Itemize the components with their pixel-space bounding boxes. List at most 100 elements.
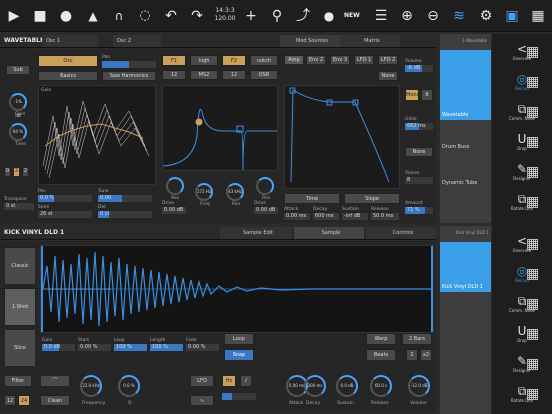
tab-sample[interactable]: Sample bbox=[294, 227, 364, 239]
grid-icon-l[interactable]: ▦ bbox=[526, 386, 539, 402]
undo-icon[interactable]: ↶ bbox=[162, 7, 180, 25]
metronome-icon[interactable]: ▲ bbox=[84, 7, 102, 25]
grid-icon-k[interactable]: ▦ bbox=[526, 356, 539, 372]
filter-display[interactable] bbox=[162, 85, 278, 171]
filter2-button[interactable]: F2 bbox=[222, 55, 246, 66]
env-tab-env2[interactable]: Env 2 bbox=[306, 55, 326, 65]
snap-button[interactable]: Snap bbox=[224, 349, 254, 361]
play-icon[interactable]: ▶ bbox=[5, 7, 23, 25]
tab-sample-edit[interactable]: Sample Edit bbox=[220, 227, 292, 239]
voices-field[interactable]: 8 bbox=[405, 177, 433, 184]
decay-field[interactable]: 600 ms bbox=[313, 213, 339, 220]
volume-knob[interactable]: -12.0 dB bbox=[408, 375, 430, 397]
grid-icon-c[interactable]: ▦ bbox=[526, 104, 539, 120]
start-marker[interactable] bbox=[41, 246, 43, 332]
gear-icon[interactable]: ⚙ bbox=[477, 7, 495, 25]
sustain-field[interactable]: -inf dB bbox=[342, 213, 368, 220]
mode-slice[interactable]: Slice bbox=[4, 329, 36, 367]
filter-toggle[interactable]: Filter bbox=[4, 375, 32, 387]
mode-1-shot[interactable]: 1-Shot bbox=[4, 288, 36, 326]
lfo-shape-select[interactable]: ∿ bbox=[190, 395, 214, 406]
decay-knob[interactable]: 300 ms bbox=[304, 375, 326, 397]
tab-mod-sources[interactable]: Mod Sources bbox=[280, 35, 340, 47]
zoom-in-icon[interactable]: ⊕ bbox=[398, 7, 416, 25]
drive2-field[interactable]: 0.00 dB bbox=[254, 207, 278, 214]
time-display[interactable]: 14:3:3 120.00 bbox=[210, 7, 240, 23]
div2-button[interactable]: 2 bbox=[406, 349, 418, 361]
none-select[interactable]: None bbox=[405, 147, 433, 157]
sustain-knob[interactable]: 0.0 dB bbox=[336, 375, 358, 397]
det-field[interactable]: 0 ct bbox=[98, 211, 152, 218]
lfo-rate-field[interactable] bbox=[222, 393, 256, 400]
attack-field[interactable]: 0.00 ms bbox=[284, 213, 310, 220]
pan-slider[interactable] bbox=[102, 61, 156, 68]
transpose-field[interactable]: 0 st bbox=[4, 203, 34, 210]
loop-icon[interactable]: ◌ bbox=[136, 7, 154, 25]
rack-item-drum-buss[interactable]: Drum Buss bbox=[440, 144, 491, 154]
filter2-type[interactable]: notch bbox=[250, 55, 278, 66]
grid-icon-j[interactable]: ▦ bbox=[526, 326, 539, 342]
wifi-icon[interactable]: ≋ bbox=[450, 7, 468, 25]
grid-icon-f[interactable]: ▦ bbox=[526, 194, 539, 210]
mode-classic[interactable]: Classic bbox=[4, 247, 36, 285]
release-knob[interactable]: 60.0 s bbox=[370, 375, 392, 397]
res-knob-2[interactable]: 43 kHz bbox=[226, 183, 244, 201]
slope-button[interactable]: Slope bbox=[344, 193, 400, 204]
zoom-out-icon[interactable]: ⊖ bbox=[424, 7, 442, 25]
time-knob[interactable]: 60 % bbox=[9, 123, 27, 141]
beats-select[interactable]: Beats bbox=[366, 349, 396, 361]
grid-icon-a[interactable]: ▦ bbox=[526, 44, 539, 60]
new-button[interactable]: NEW bbox=[344, 12, 360, 19]
slope-12-button[interactable]: 12 bbox=[4, 395, 16, 406]
voice-btn-2[interactable]: 2 bbox=[13, 167, 20, 177]
bars-button[interactable]: 2 Bars bbox=[402, 333, 432, 345]
headphones-icon[interactable]: ∩ bbox=[110, 7, 128, 25]
grid-icon[interactable]: ▦ bbox=[529, 7, 547, 25]
x2-button[interactable]: x2 bbox=[420, 349, 432, 361]
env-none-select[interactable]: None bbox=[378, 71, 398, 81]
env-tab-lfo1[interactable]: LFO 1 bbox=[354, 55, 374, 65]
settings-dot-icon[interactable]: ● bbox=[320, 7, 338, 25]
tab-osc-2[interactable]: Osc 2 bbox=[113, 35, 161, 47]
env-tab-env3[interactable]: Env 3 bbox=[330, 55, 350, 65]
gain-knob[interactable]: -1% dB bbox=[9, 93, 27, 118]
grid-icon-b[interactable]: ▦ bbox=[526, 74, 539, 90]
loop-button[interactable]: Loop bbox=[224, 333, 254, 345]
rack-item-wavetable[interactable]: Wavetable bbox=[440, 50, 491, 120]
sync-note-button[interactable]: ♪ bbox=[240, 375, 252, 387]
res-knob-1[interactable] bbox=[166, 177, 184, 195]
grid-icon-h[interactable]: ▦ bbox=[526, 266, 539, 282]
frequency-knob[interactable]: 22.0 kHz bbox=[80, 375, 102, 397]
freq-knob[interactable]: 172 Hz bbox=[195, 183, 213, 201]
tab-controls[interactable]: Controls bbox=[366, 227, 436, 239]
voice-btn-3[interactable]: 2 bbox=[22, 167, 29, 177]
add-icon[interactable]: + bbox=[242, 7, 260, 25]
pen-icon[interactable]: ⚲ bbox=[268, 7, 286, 25]
env-tab-lfo2[interactable]: LFO 2 bbox=[378, 55, 398, 65]
tab-matrix[interactable]: Matrix bbox=[340, 35, 400, 47]
glide-field[interactable]: 662 ms bbox=[405, 123, 433, 130]
link-icon[interactable]: ⤴ bbox=[294, 7, 312, 25]
loop-param[interactable]: 100 % bbox=[114, 344, 147, 351]
env-tab-amp[interactable]: Amp bbox=[284, 55, 304, 65]
stop-icon[interactable]: ■ bbox=[31, 7, 49, 25]
basics-button[interactable]: Basics bbox=[38, 71, 98, 81]
f2-circuit[interactable]: OSR bbox=[250, 70, 278, 80]
lfo-toggle[interactable]: LFO bbox=[190, 375, 214, 387]
warp-button[interactable]: Warp bbox=[366, 333, 396, 345]
clean-select[interactable]: Clean bbox=[40, 395, 70, 406]
fade-param[interactable]: 0.00 % bbox=[186, 344, 219, 351]
filter-shape-select[interactable]: ⌒ bbox=[40, 375, 70, 387]
saw-harmonics-button[interactable]: Saw Harmonics bbox=[102, 71, 156, 81]
filter1-type[interactable]: high bbox=[190, 55, 218, 66]
grid-icon-e[interactable]: ▦ bbox=[526, 164, 539, 180]
mono-voices[interactable]: 8 bbox=[421, 89, 433, 101]
sub-button[interactable]: Sub bbox=[6, 65, 30, 75]
drive1-field[interactable]: 0.00 dB bbox=[162, 207, 186, 214]
pos-field[interactable]: 0.0 % bbox=[38, 195, 92, 202]
amount-field[interactable]: 71 % bbox=[405, 207, 433, 214]
time-button[interactable]: Time bbox=[284, 193, 340, 204]
redo-icon[interactable]: ↷ bbox=[188, 7, 206, 25]
envelope-display[interactable] bbox=[284, 85, 400, 189]
mono-button[interactable]: Mono bbox=[405, 89, 420, 101]
